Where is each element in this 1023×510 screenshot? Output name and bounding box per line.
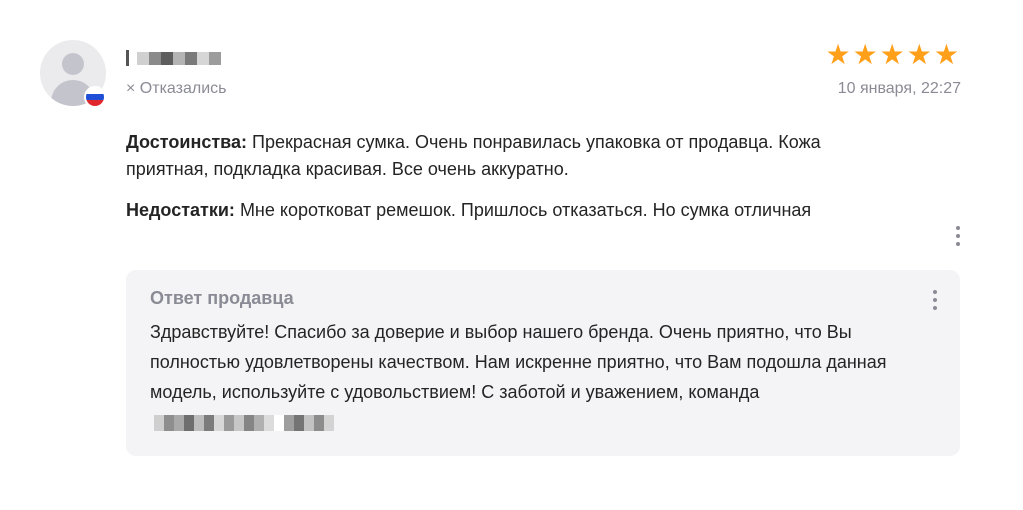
seller-reply-text: Здравствуйте! Спасибо за доверие и выбор… [150,317,920,437]
review-cons: Недостатки: Мне коротковат ремешок. Приш… [126,197,846,224]
seller-reply: Ответ продавца Здравствуйте! Спасибо за … [126,270,960,456]
star-icon: ★ [933,39,959,70]
reply-more-icon[interactable] [931,290,939,310]
reviewer-name-blurred [126,48,221,68]
close-icon: × [126,80,136,97]
rating-stars: ★ ★ ★ ★ ★ [825,40,959,70]
brand-name-blurred [154,415,334,432]
star-icon: ★ [825,39,851,70]
seller-reply-title: Ответ продавца [150,288,294,308]
avatar-head [62,53,84,75]
status-text: Отказались [139,80,227,97]
review-pros: Достоинства: Прекрасная сумка. Очень пон… [126,129,886,183]
cons-label: Недостатки: [126,200,235,220]
star-icon: ★ [879,39,905,70]
review-more-icon[interactable] [954,226,962,246]
star-icon: ★ [906,39,932,70]
order-status: × Отказались [126,80,226,98]
cons-text: Мне коротковат ремешок. Пришлось отказат… [239,200,812,220]
russia-flag-icon [84,86,106,108]
reply-text: Здравствуйте! Спасибо за доверие и выбор… [150,322,887,402]
pros-label: Достоинства: [126,132,247,152]
star-icon: ★ [852,39,878,70]
review-date: 10 января, 22:27 [837,80,961,97]
